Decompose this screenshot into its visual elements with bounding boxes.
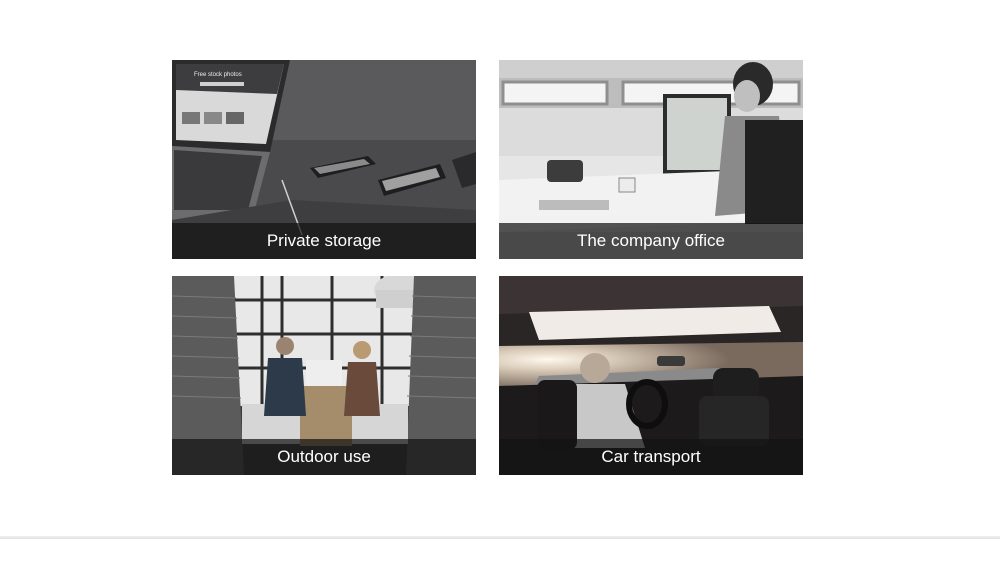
tile-car-transport: Car transport <box>499 276 803 475</box>
tile-private-storage: Free stock photos Private storage <box>172 60 476 259</box>
bottom-divider <box>0 536 1000 539</box>
tile-caption: The company office <box>499 223 803 259</box>
usage-scenario-grid: Free stock photos Private storage The co… <box>0 0 1000 565</box>
tile-outdoor-use: Outdoor use <box>172 276 476 475</box>
laptop-screen-text: Free stock photos <box>194 72 242 78</box>
tile-caption: Outdoor use <box>172 439 476 475</box>
tile-company-office: The company office <box>499 60 803 259</box>
tile-caption: Car transport <box>499 439 803 475</box>
tile-caption: Private storage <box>172 223 476 259</box>
